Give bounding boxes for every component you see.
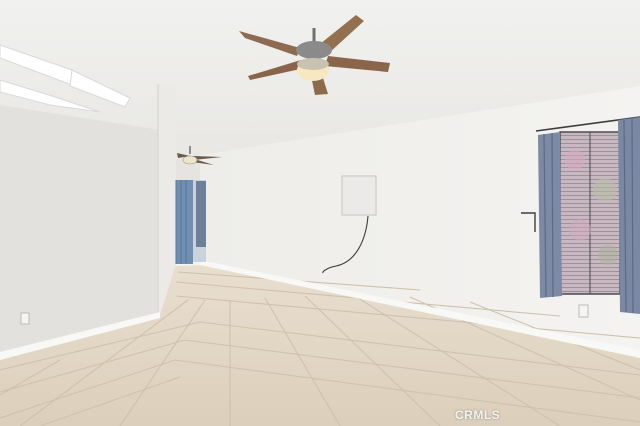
watermark: CRMLS	[455, 408, 501, 422]
room-photo	[0, 0, 640, 426]
outlet	[20, 312, 30, 325]
curtain-left	[538, 132, 562, 298]
window	[559, 131, 621, 295]
outlet	[578, 304, 589, 318]
far-window	[175, 180, 206, 264]
curtain-right	[618, 117, 640, 314]
